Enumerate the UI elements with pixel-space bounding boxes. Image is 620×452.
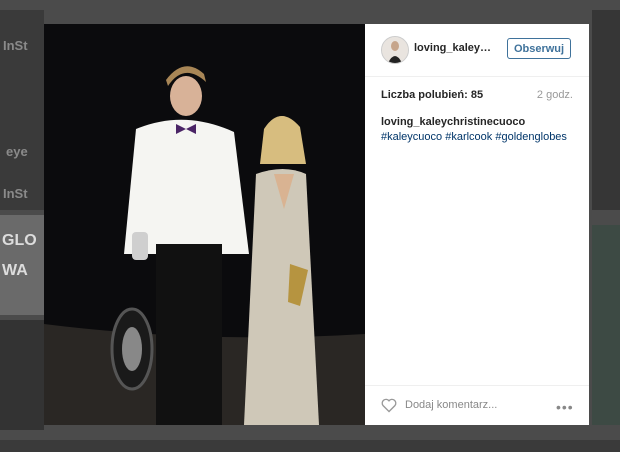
hashtag-link[interactable]: #kaleycuoco — [381, 131, 442, 143]
background-tile — [0, 320, 44, 430]
post-photo[interactable] — [44, 24, 365, 425]
background-logo: GLO — [2, 232, 37, 249]
comment-bar: Dodaj komentarz... ••• — [365, 385, 589, 426]
background-tile — [592, 10, 620, 210]
post-header: loving_kaleychristinecuoco Obserwuj — [365, 24, 589, 77]
follow-button[interactable]: Obserwuj — [507, 38, 571, 59]
avatar[interactable] — [381, 36, 409, 64]
likes-count[interactable]: Liczba polubień: 85 — [381, 89, 483, 101]
hashtag-link[interactable]: #goldenglobes — [495, 131, 567, 143]
background-tile — [592, 225, 620, 425]
post-time[interactable]: 2 godz. — [537, 89, 573, 101]
background-logo: WA — [2, 262, 28, 279]
background-logo: eye — [6, 144, 28, 159]
comment-input[interactable]: Dodaj komentarz... — [405, 399, 497, 411]
caption: loving_kaleychristinecuoco #kaleycuoco #… — [381, 115, 577, 145]
hashtag-link[interactable]: #karlcook — [445, 131, 492, 143]
background-logo: InSt — [3, 186, 28, 201]
heart-icon[interactable] — [381, 398, 397, 413]
more-options-icon[interactable]: ••• — [556, 399, 574, 415]
background-logo: InSt — [3, 38, 28, 53]
post-modal: loving_kaleychristinecuoco Obserwuj Licz… — [44, 24, 589, 425]
likes-row: Liczba polubień: 85 2 godz. — [381, 89, 573, 101]
photo-illustration — [44, 24, 365, 425]
background-tile — [0, 440, 620, 452]
caption-username[interactable]: loving_kaleychristinecuoco — [381, 116, 525, 128]
username-link[interactable]: loving_kaleychristinecuoco — [414, 42, 496, 54]
post-sidebar: loving_kaleychristinecuoco Obserwuj Licz… — [365, 24, 589, 425]
